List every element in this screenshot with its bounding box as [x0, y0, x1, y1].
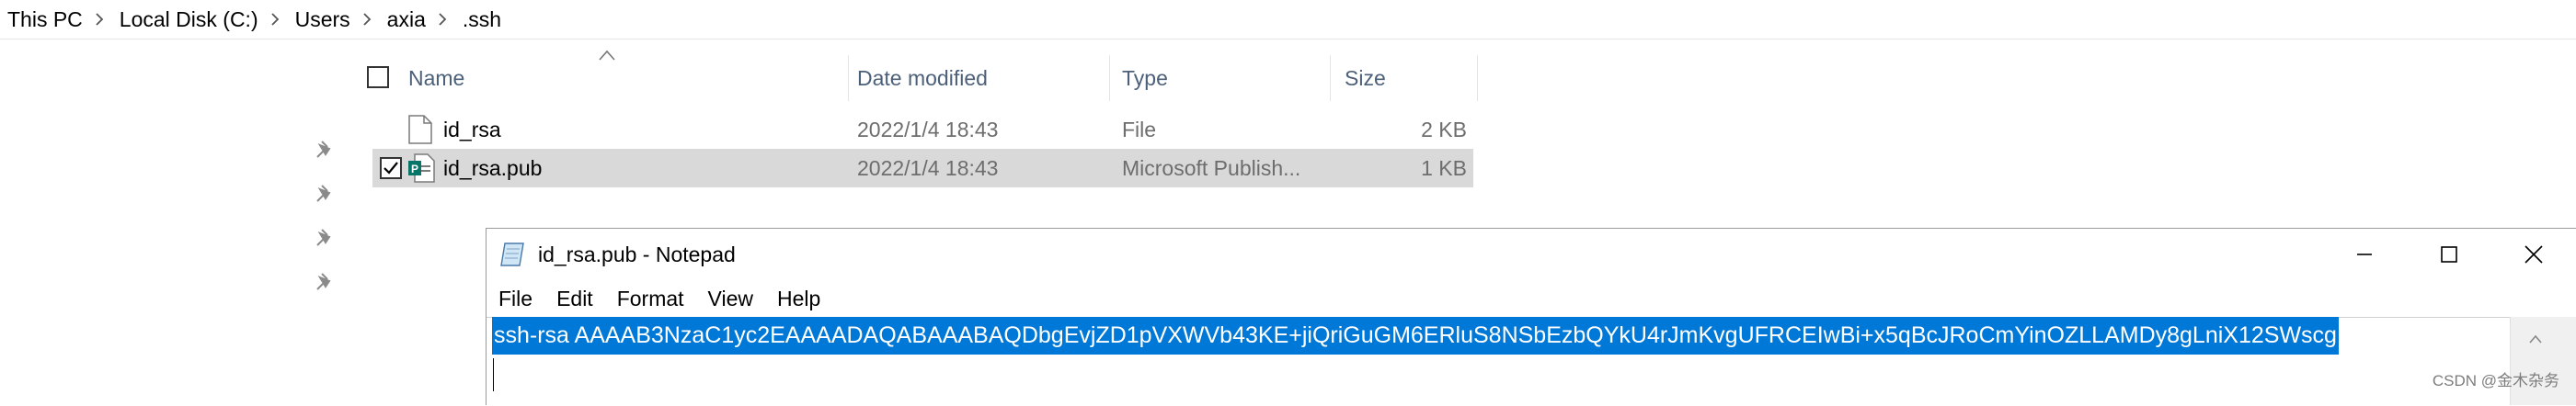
column-divider[interactable]	[1109, 55, 1110, 101]
column-header-name[interactable]: Name	[408, 57, 464, 99]
menu-format[interactable]: Format	[605, 287, 696, 311]
chevron-right-icon[interactable]	[262, 13, 288, 26]
watermark: CSDN @金木杂务	[2432, 372, 2559, 389]
notepad-menu-bar: File Edit Format View Help	[487, 280, 832, 317]
menu-help[interactable]: Help	[765, 287, 832, 311]
close-icon	[2524, 245, 2543, 264]
row-checkbox-checked[interactable]	[380, 157, 402, 179]
column-divider[interactable]	[1330, 55, 1331, 101]
svg-text:P: P	[411, 163, 418, 175]
breadcrumb: This PC Local Disk (C:) Users axia .ssh	[0, 0, 2576, 39]
chevron-right-icon[interactable]	[429, 13, 455, 26]
checkmark-icon	[384, 162, 398, 175]
column-header-date[interactable]: Date modified	[857, 57, 988, 99]
chevron-right-icon[interactable]	[86, 13, 112, 26]
minimize-button[interactable]	[2322, 229, 2407, 280]
pin-icon[interactable]	[313, 226, 337, 250]
column-header-type[interactable]: Type	[1122, 57, 1168, 99]
text-caret	[493, 358, 494, 391]
file-size: 1 KB	[1421, 155, 1467, 180]
file-date-modified: 2022/1/4 18:43	[857, 117, 999, 141]
breadcrumb-axia[interactable]: axia	[380, 7, 429, 32]
scroll-up-button[interactable]	[2519, 322, 2552, 355]
menu-edit[interactable]: Edit	[544, 287, 605, 311]
file-row-id-rsa-pub[interactable]: P id_rsa.pub 2022/1/4 18:43 Microsoft Pu…	[372, 149, 1473, 187]
breadcrumb-ssh[interactable]: .ssh	[455, 7, 505, 32]
file-name: id_rsa.pub	[443, 155, 543, 180]
select-all-checkbox[interactable]	[367, 66, 389, 88]
notepad-title-bar[interactable]: id_rsa.pub - Notepad	[487, 229, 2576, 280]
file-type: File	[1122, 117, 1157, 141]
publisher-file-icon: P	[408, 153, 435, 183]
breadcrumb-this-pc[interactable]: This PC	[0, 7, 86, 32]
file-name: id_rsa	[443, 117, 501, 141]
pin-icon[interactable]	[313, 182, 337, 206]
column-divider[interactable]	[1477, 55, 1478, 101]
breadcrumb-local-disk[interactable]: Local Disk (C:)	[112, 7, 262, 32]
breadcrumb-users[interactable]: Users	[288, 7, 354, 32]
chevron-up-icon	[2529, 334, 2542, 344]
sort-ascending-icon	[599, 50, 615, 61]
menu-file[interactable]: File	[487, 287, 544, 311]
notepad-title: id_rsa.pub - Notepad	[538, 242, 736, 266]
file-row-id-rsa[interactable]: id_rsa 2022/1/4 18:43 File 2 KB	[372, 110, 1473, 149]
maximize-icon	[2441, 246, 2457, 263]
notepad-icon	[500, 242, 524, 266]
chevron-right-icon[interactable]	[354, 13, 380, 26]
pin-icon[interactable]	[313, 138, 337, 162]
close-button[interactable]	[2491, 229, 2576, 280]
minimize-icon	[2357, 254, 2372, 255]
file-type: Microsoft Publish...	[1122, 155, 1301, 180]
file-date-modified: 2022/1/4 18:43	[857, 155, 999, 180]
column-divider[interactable]	[848, 55, 849, 101]
file-size: 2 KB	[1421, 117, 1467, 141]
selected-key-text[interactable]: ssh-rsa AAAAB3NzaC1yc2EAAAADAQABAAABAQDb…	[492, 317, 2339, 355]
menu-view[interactable]: View	[696, 287, 765, 311]
blank-file-icon	[408, 115, 432, 144]
maximize-button[interactable]	[2407, 229, 2491, 280]
notepad-window: id_rsa.pub - Notepad File Edit Format Vi…	[486, 228, 2576, 406]
column-header-size[interactable]: Size	[1345, 57, 1386, 99]
pin-icon[interactable]	[313, 270, 337, 294]
